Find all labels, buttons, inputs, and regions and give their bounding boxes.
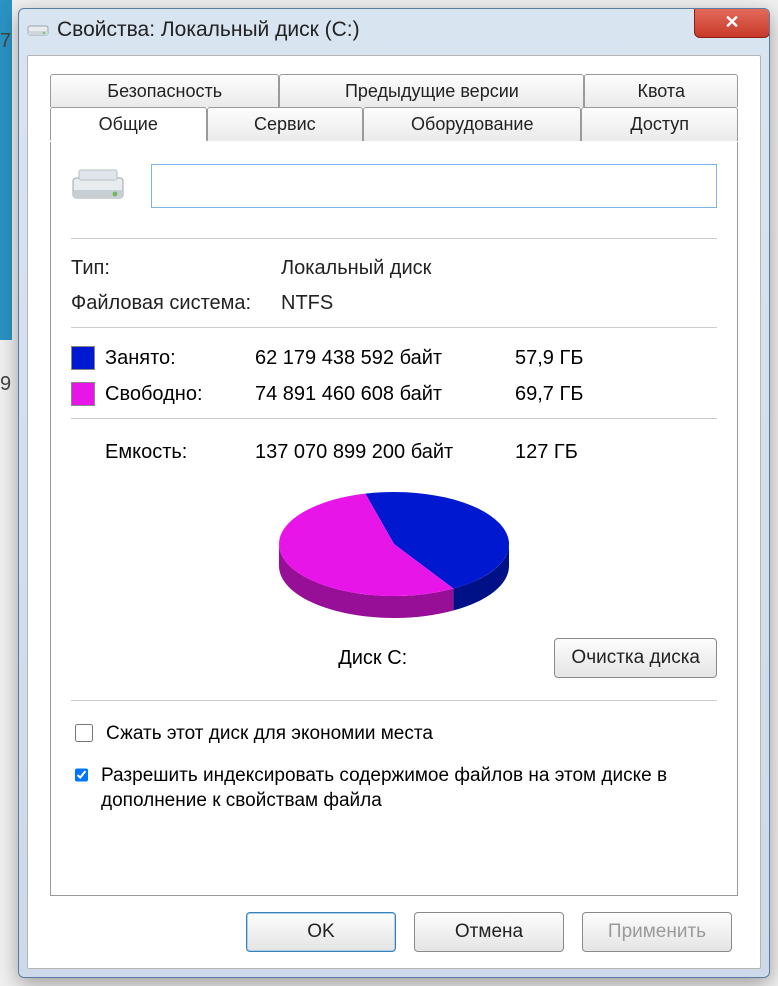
drive-icon	[27, 21, 49, 39]
index-checkbox-row[interactable]: Разрешить индексировать содержимое файло…	[71, 763, 717, 814]
filesystem-label: Файловая система:	[71, 292, 281, 315]
disk-cleanup-button[interactable]: Очистка диска	[554, 638, 717, 678]
filesystem-value: NTFS	[281, 292, 717, 315]
used-bytes: 62 179 438 592 байт	[255, 347, 515, 370]
used-human: 57,9 ГБ	[515, 347, 717, 370]
drive-icon	[71, 164, 125, 208]
ok-button[interactable]: OK	[246, 912, 396, 952]
tab-sharing[interactable]: Доступ	[581, 107, 738, 141]
cancel-button[interactable]: Отмена	[414, 912, 564, 952]
properties-window: Свойства: Локальный диск (C:) ✕ Безопасн…	[18, 8, 770, 978]
close-icon: ✕	[724, 12, 739, 33]
tabstrip: Безопасность Предыдущие версии Квота Общ…	[50, 74, 738, 142]
volume-label-input[interactable]	[151, 164, 717, 208]
tab-general[interactable]: Общие	[50, 107, 207, 141]
free-bytes: 74 891 460 608 байт	[255, 383, 515, 406]
separator	[71, 238, 717, 239]
type-label: Тип:	[71, 257, 281, 280]
usage-pie	[71, 474, 717, 644]
index-checkbox[interactable]	[75, 766, 88, 784]
tab-hardware[interactable]: Оборудование	[363, 107, 581, 141]
window-title: Свойства: Локальный диск (C:)	[57, 18, 360, 42]
titlebar[interactable]: Свойства: Локальный диск (C:) ✕	[19, 9, 769, 51]
dialog-action-row: OK Отмена Применить	[50, 896, 738, 954]
compress-checkbox-row[interactable]: Сжать этот диск для экономии места	[71, 721, 717, 747]
separator	[71, 418, 717, 419]
tab-general-page: Тип: Локальный диск Файловая система: NT…	[50, 142, 738, 896]
tab-quota[interactable]: Квота	[584, 74, 738, 107]
client-area: Безопасность Предыдущие версии Квота Общ…	[27, 55, 761, 969]
tab-security[interactable]: Безопасность	[50, 74, 279, 107]
capacity-human: 127 ГБ	[515, 441, 717, 464]
separator	[71, 700, 717, 701]
used-label: Занято:	[105, 347, 255, 370]
compress-label: Сжать этот диск для экономии места	[106, 721, 433, 747]
close-button[interactable]: ✕	[694, 8, 770, 38]
capacity-label: Емкость:	[71, 441, 255, 464]
free-human: 69,7 ГБ	[515, 383, 717, 406]
free-swatch	[71, 382, 95, 406]
disk-caption: Диск C:	[71, 647, 554, 670]
index-label: Разрешить индексировать содержимое файло…	[101, 763, 717, 814]
apply-button[interactable]: Применить	[582, 912, 732, 952]
capacity-bytes: 137 070 899 200 байт	[255, 441, 515, 464]
tab-previous[interactable]: Предыдущие версии	[279, 74, 584, 107]
type-value: Локальный диск	[281, 257, 717, 280]
tab-tools[interactable]: Сервис	[207, 107, 364, 141]
used-swatch	[71, 346, 95, 370]
compress-checkbox[interactable]	[75, 724, 93, 742]
free-label: Свободно:	[105, 383, 255, 406]
separator	[71, 327, 717, 328]
